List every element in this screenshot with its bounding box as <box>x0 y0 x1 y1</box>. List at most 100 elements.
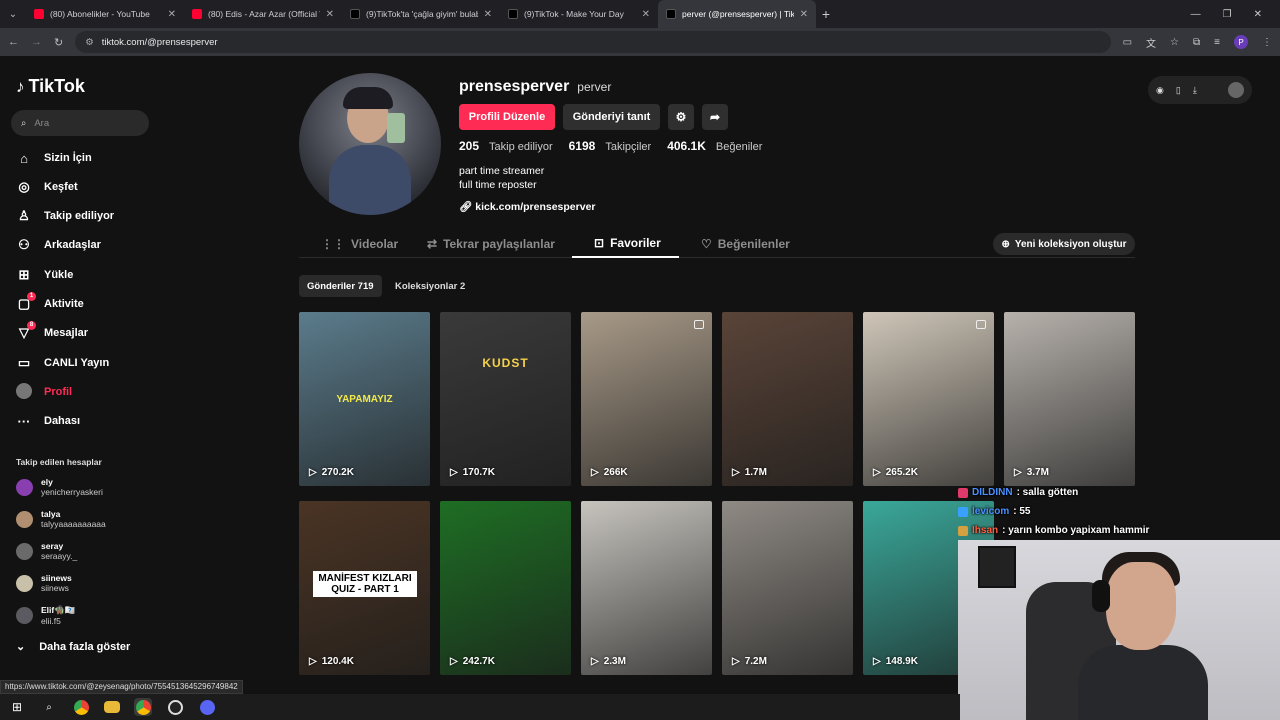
search-icon[interactable]: ⌕ <box>40 698 58 716</box>
sidebar-item-label: Keşfet <box>44 181 78 193</box>
obs-icon[interactable] <box>166 698 184 716</box>
close-tab-icon[interactable]: ✕ <box>484 9 492 20</box>
forward-arrow-icon[interactable]: → <box>31 36 42 48</box>
heart-icon: ♡ <box>701 237 712 251</box>
device-icon[interactable]: ▯ <box>1176 85 1181 96</box>
edit-profile-button[interactable]: Profili Düzenle <box>459 104 555 130</box>
browser-tab[interactable]: (9)TikTok'ta 'çağla giyim' bulab ✕ <box>342 0 500 28</box>
browser-tab[interactable]: (80) Edis - Azar Azar (Official Vi ✕ <box>184 0 342 28</box>
minimize-icon[interactable]: — <box>1191 9 1201 20</box>
chrome-icon[interactable] <box>72 698 90 716</box>
video-thumbnail[interactable]: ▷ 265.2K <box>863 312 994 486</box>
following-account[interactable]: seray seraayy._ <box>16 541 77 561</box>
folder-icon[interactable] <box>104 701 120 713</box>
sidebar-item-profile[interactable]: Profil <box>16 382 72 402</box>
coins-icon[interactable]: ◉ <box>1156 85 1164 96</box>
subtab-collections[interactable]: Koleksiyonlar 2 <box>387 275 473 297</box>
following-account[interactable]: Elif🧌🇽🇽 elii.f5 <box>16 605 75 626</box>
windows-taskbar: ⊞ ⌕ <box>0 694 960 720</box>
sidebar-item-friends[interactable]: ⚇ Arkadaşlar <box>16 235 101 255</box>
windows-start-icon[interactable]: ⊞ <box>8 698 26 716</box>
video-thumbnail[interactable]: ▷ 3.7M <box>1004 312 1135 486</box>
following-account[interactable]: talya talyyaaaaaaaaaa <box>16 509 106 529</box>
sidebar-item-for-you[interactable]: ⌂ Sizin İçin <box>16 148 92 168</box>
menu-kebab-icon[interactable]: ⋮ <box>1262 37 1272 48</box>
back-arrow-icon[interactable]: ← <box>8 36 19 48</box>
promote-post-button[interactable]: Gönderiyi tanıt <box>563 104 660 130</box>
reload-icon[interactable]: ↻ <box>54 36 63 49</box>
settings-gear-icon[interactable]: ⚙ <box>668 104 694 130</box>
close-tab-icon[interactable]: ✕ <box>168 9 176 20</box>
browser-tab[interactable]: (9)TikTok - Make Your Day ✕ <box>500 0 658 28</box>
subtab-posts[interactable]: Gönderiler 719 <box>299 275 382 297</box>
app-icon[interactable] <box>198 698 216 716</box>
url-field[interactable]: ⚙ tiktok.com/@prensesperver <box>75 31 1111 53</box>
search-input[interactable]: ⌕ Ara <box>11 110 149 136</box>
restore-icon[interactable]: ❐ <box>1223 9 1232 20</box>
video-thumbnail[interactable]: ▷ 2.3M <box>581 501 712 675</box>
video-thumbnail[interactable]: ▷ 1.7M <box>722 312 853 486</box>
chat-message: Ihsan: yarın kombo yapixam hammir <box>958 521 1149 540</box>
media-icon[interactable]: ≡ <box>1214 37 1220 48</box>
extensions-icon[interactable]: ⧉ <box>1193 37 1200 48</box>
browser-tab-active[interactable]: perver (@prensesperver) | TikTo ✕ <box>658 0 816 28</box>
logo-text: TikTok <box>28 76 85 96</box>
tab-liked[interactable]: ♡ Beğenilenler <box>701 230 790 258</box>
followers-label[interactable]: Takipçiler <box>605 141 651 153</box>
sidebar-item-explore[interactable]: ◎ Keşfet <box>16 177 78 197</box>
tab-favorites[interactable]: ⊡ Favoriler <box>572 230 679 258</box>
sidebar-item-live[interactable]: ▭ CANLI Yayın <box>16 353 109 373</box>
chrome-active-icon[interactable] <box>134 698 152 716</box>
view-count: ▷ 3.7M <box>1014 467 1049 478</box>
user-avatar[interactable] <box>1228 82 1244 98</box>
following-label[interactable]: Takip ediliyor <box>489 141 553 153</box>
close-window-icon[interactable]: ✕ <box>1254 9 1262 20</box>
share-icon[interactable]: ➦ <box>702 104 728 130</box>
more-dots-icon: ··· <box>17 413 31 429</box>
tab-search-chevron-icon[interactable]: ⌄ <box>0 9 26 20</box>
new-tab-plus-icon[interactable]: + <box>816 6 836 22</box>
tab-reposts[interactable]: ⇄ Tekrar paylaşılanlar <box>427 230 555 258</box>
video-thumbnail[interactable]: YAPAMAYIZ ▷ 270.2K <box>299 312 430 486</box>
sidebar-item-more[interactable]: ··· Dahası <box>16 411 81 431</box>
view-count: ▷ 120.4K <box>309 656 354 667</box>
tiktok-logo[interactable]: ♪ TikTok <box>16 76 85 97</box>
close-tab-icon[interactable]: ✕ <box>800 9 808 20</box>
profile-link[interactable]: 🔗︎ kick.com/prensesperver <box>459 200 596 213</box>
account-handle: seraayy._ <box>41 551 78 561</box>
video-thumbnail[interactable]: ▷ 7.2M <box>722 501 853 675</box>
following-account[interactable]: ely yenicherryaskeri <box>16 477 103 497</box>
avatar <box>16 510 33 528</box>
site-info-icon[interactable]: ⚙ <box>85 37 94 48</box>
video-thumbnail[interactable]: MANİFEST KIZLARI QUIZ - PART 1 ▷ 120.4K <box>299 501 430 675</box>
translate-icon[interactable]: 文 <box>1146 35 1156 50</box>
following-account[interactable]: siinews siinews <box>16 573 72 593</box>
close-tab-icon[interactable]: ✕ <box>642 9 650 20</box>
cast-icon[interactable]: ▭ <box>1123 37 1132 48</box>
browser-tab[interactable]: (80) Abonelikler - YouTube ✕ <box>26 0 184 28</box>
profile-avatar[interactable] <box>299 73 441 215</box>
bookmark-star-icon[interactable]: ☆ <box>1170 37 1179 48</box>
tab-videos[interactable]: ⋮⋮ Videolar <box>321 230 398 258</box>
sidebar-item-activity[interactable]: ▢ 1 Aktivite <box>16 292 84 314</box>
download-icon[interactable]: ⤓ <box>1193 85 1197 96</box>
show-more-button[interactable]: ⌄ Daha fazla göster <box>16 640 130 654</box>
chat-text: : 55 <box>1013 506 1031 517</box>
bookmark-icon: ⊡ <box>594 236 605 250</box>
chat-user: DILDINN <box>972 487 1013 498</box>
video-thumbnail[interactable]: ▷ 266K <box>581 312 712 486</box>
sidebar-item-following[interactable]: ♙ Takip ediliyor <box>16 206 114 226</box>
grid-icon: ⋮⋮ <box>321 237 345 251</box>
video-thumbnail[interactable]: KUDST ▷ 170.7K <box>440 312 571 486</box>
stream-chat-overlay: DILDINN: salla götten levicom: 55 Ihsan:… <box>958 483 1149 540</box>
browser-tab-title: (80) Abonelikler - YouTube <box>50 9 150 19</box>
video-thumbnail[interactable]: ▷ 242.7K <box>440 501 571 675</box>
close-tab-icon[interactable]: ✕ <box>326 9 334 20</box>
tab-label: Favoriler <box>610 236 661 250</box>
sidebar-item-upload[interactable]: ⊞ Yükle <box>16 265 74 285</box>
browser-profile-avatar[interactable]: P <box>1234 35 1248 49</box>
view-count-text: 3.7M <box>1026 467 1049 478</box>
sidebar-item-messages[interactable]: ▽ 8 Mesajlar <box>16 321 88 343</box>
new-collection-button[interactable]: ⊕ Yeni koleksiyon oluştur <box>993 233 1135 255</box>
play-icon: ▷ <box>732 656 740 667</box>
